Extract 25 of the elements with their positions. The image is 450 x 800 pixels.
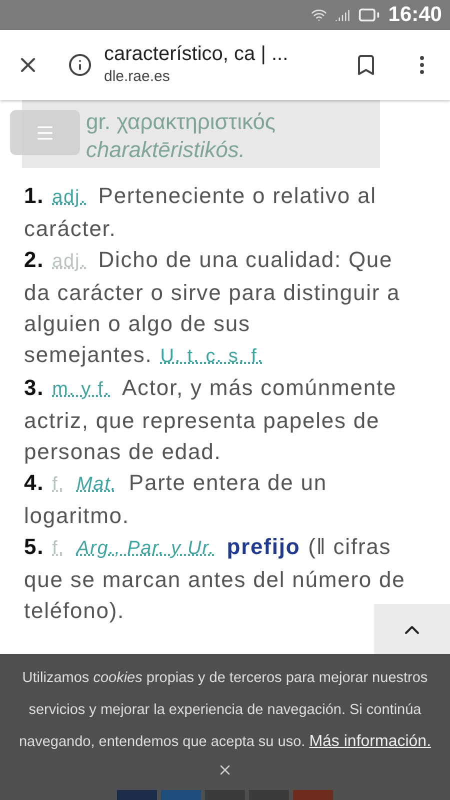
definition-text: 2. adj. Dicho de una cualidad: Que da carácter o sirve para distinguir a alguien o algo de sus semejantes. U. t. c. s. f. — [24, 246, 402, 369]
word-link[interactable]: prefijo — [226, 534, 300, 559]
abbreviation-link[interactable]: U. t. c. s. f. — [160, 346, 264, 367]
wifi-icon — [311, 7, 328, 23]
definition-text: 4. f. Mat. Parte entera de un logaritmo. — [24, 469, 328, 530]
definition-text: 3. m. y f. Actor, y más comúnmente actriz, que representa papeles de personas de edad. — [24, 374, 398, 466]
info-icon[interactable] — [68, 53, 92, 77]
abbreviation-link[interactable]: adj. — [52, 187, 86, 208]
signal-icon — [335, 8, 350, 22]
etymology-text: gr. χαρακτηριστικός — [86, 108, 277, 136]
definition-text: 5. f. Arg., Par. y Ur. prefijo (‖ cifras que se marcan antes del número de teléfono). — [24, 533, 406, 625]
more-info-link[interactable]: Más información. — [309, 733, 432, 750]
page-title: característico, ca | ... — [104, 42, 290, 66]
clock: 16:40 — [388, 2, 442, 28]
etymology-text: charaktēristikós. — [86, 136, 246, 164]
abbreviation-link[interactable]: adj. — [52, 251, 86, 272]
cookie-message: Utilizamos cookies propias y de terceros para mejorar nuestros servicios y mejorar la experiencia de navegación. Si continúa navegando, entendemos que acepta su uso. Más información. — [18, 669, 432, 752]
abbreviation-link[interactable]: f. — [52, 538, 64, 559]
abbreviation-link[interactable]: Arg., Par. y Ur. — [76, 538, 215, 559]
definition-text: 1. adj. Perteneciente o relativo al carácter. — [24, 182, 378, 243]
page-url: dle.rae.es — [104, 66, 171, 87]
abbreviation-link[interactable]: Mat. — [76, 474, 117, 495]
abbreviation-link[interactable]: f. — [52, 474, 64, 495]
scroll-up-button[interactable] — [374, 604, 450, 656]
abbreviation-link[interactable]: m. y f. — [52, 379, 110, 400]
